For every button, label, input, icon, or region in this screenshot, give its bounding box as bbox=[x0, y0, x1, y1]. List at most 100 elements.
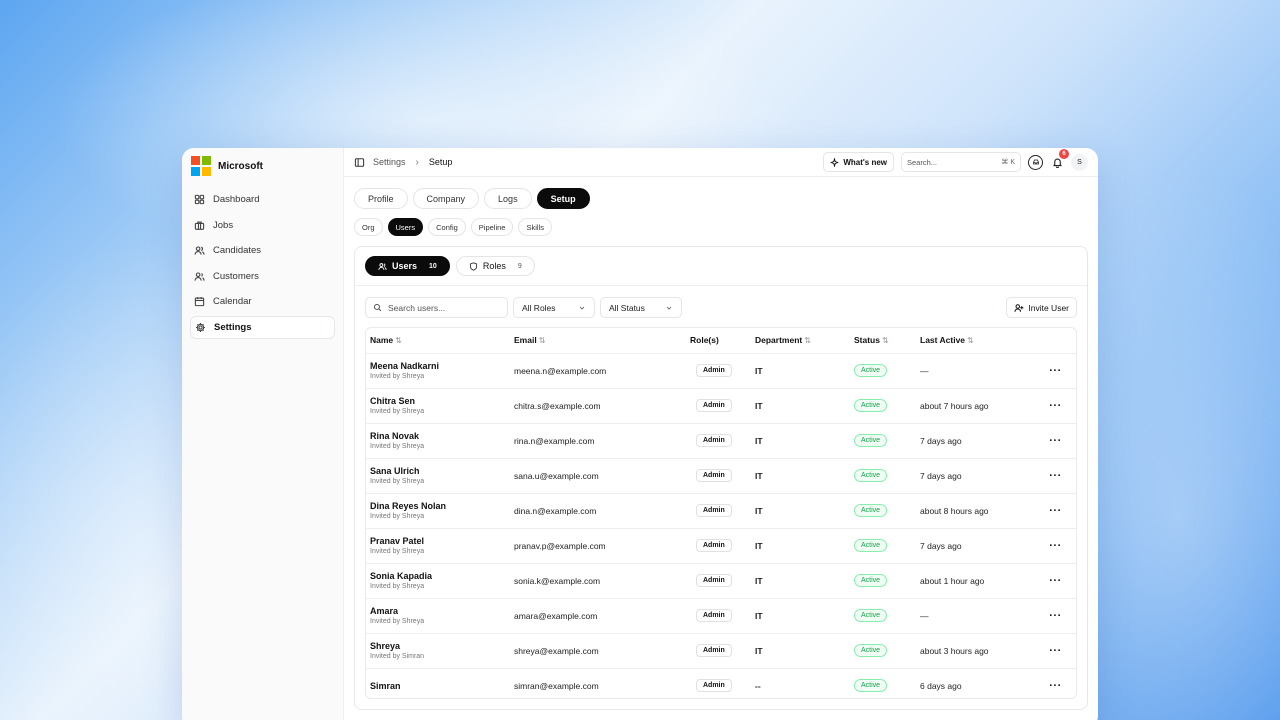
cell-roles: Admin bbox=[686, 563, 751, 599]
table-row[interactable]: Sonia Kapadia Invited by Shreya sonia.k@… bbox=[366, 563, 1076, 599]
more-actions-icon[interactable]: ··· bbox=[1029, 458, 1076, 494]
more-actions-icon[interactable]: ··· bbox=[1029, 528, 1076, 564]
tab-logs[interactable]: Logs bbox=[484, 188, 532, 209]
more-actions-icon[interactable]: ··· bbox=[1029, 353, 1076, 389]
table-row[interactable]: Meena Nadkarni Invited by Shreya meena.n… bbox=[366, 353, 1076, 389]
more-actions-icon[interactable]: ··· bbox=[1029, 423, 1076, 459]
cell-department: IT bbox=[751, 388, 850, 424]
cell-department: IT bbox=[751, 598, 850, 634]
sidebar-item-calendar[interactable]: Calendar bbox=[190, 290, 335, 313]
sidebar-item-customers[interactable]: Customers bbox=[190, 265, 335, 288]
table-row[interactable]: Rina Novak Invited by Shreya rina.n@exam… bbox=[366, 423, 1076, 459]
cell-name: Rina Novak Invited by Shreya bbox=[366, 423, 510, 459]
table-header-row: Name ⇅ Email ⇅ Role(s) Department ⇅ Status ⇅… bbox=[366, 328, 1076, 354]
table-row[interactable]: Chitra Sen Invited by Shreya chitra.s@ex… bbox=[366, 388, 1076, 424]
column-header-name[interactable]: Name ⇅ bbox=[366, 328, 510, 354]
invited-by: Invited by Shreya bbox=[370, 583, 425, 590]
more-actions-icon[interactable]: ··· bbox=[1029, 668, 1076, 698]
cell-last-active: 7 days ago bbox=[916, 458, 1029, 494]
tab-company[interactable]: Company bbox=[412, 188, 480, 209]
global-search-input[interactable]: Search... ⌘ K bbox=[901, 152, 1021, 172]
status-badge: Active bbox=[854, 399, 888, 412]
column-header-email[interactable]: Email ⇅ bbox=[510, 328, 686, 354]
role-badge: Admin bbox=[696, 434, 732, 447]
table-row[interactable]: Sana Ulrich Invited by Shreya sana.u@exa… bbox=[366, 458, 1076, 494]
subtab-skills[interactable]: Skills bbox=[518, 218, 552, 236]
cell-name: Chitra Sen Invited by Shreya bbox=[366, 388, 510, 424]
table-row[interactable]: Dina Reyes Nolan Invited by Shreya dina.… bbox=[366, 493, 1076, 529]
brand-name: Microsoft bbox=[218, 160, 263, 172]
cell-last-active: about 3 hours ago bbox=[916, 633, 1029, 669]
inbox-icon[interactable] bbox=[1028, 154, 1043, 170]
sidebar-nav: Dashboard Jobs Candidates Customers Cale… bbox=[190, 188, 335, 339]
invited-by: Invited by Shreya bbox=[370, 618, 425, 625]
status-badge: Active bbox=[854, 504, 888, 517]
segment-users[interactable]: Users 10 bbox=[365, 256, 450, 276]
search-users-placeholder: Search users... bbox=[388, 302, 446, 313]
column-header-last-active[interactable]: Last Active ⇅ bbox=[916, 328, 1029, 354]
subtab-config[interactable]: Config bbox=[428, 218, 466, 236]
cell-status: Active bbox=[850, 458, 916, 494]
role-badge: Admin bbox=[696, 609, 732, 622]
table-row[interactable]: Shreya Invited by Simran shreya@example.… bbox=[366, 633, 1076, 669]
cell-name: Dina Reyes Nolan Invited by Shreya bbox=[366, 493, 510, 529]
breadcrumb-settings[interactable]: Settings bbox=[373, 157, 406, 167]
sidebar-item-candidates[interactable]: Candidates bbox=[190, 239, 335, 262]
role-filter-value: All Roles bbox=[522, 302, 556, 313]
cell-email: meena.n@example.com bbox=[510, 353, 686, 389]
more-actions-icon[interactable]: ··· bbox=[1029, 563, 1076, 599]
sort-icon: ⇅ bbox=[881, 336, 889, 346]
tab-setup[interactable]: Setup bbox=[536, 188, 590, 209]
status-badge: Active bbox=[854, 364, 888, 377]
column-header-label: Name bbox=[370, 335, 394, 346]
table-body: Meena Nadkarni Invited by Shreya meena.n… bbox=[366, 353, 1076, 698]
table-row[interactable]: Pranav Patel Invited by Shreya pranav.p@… bbox=[366, 528, 1076, 564]
whats-new-button[interactable]: What's new bbox=[823, 152, 894, 172]
subtab-pipeline[interactable]: Pipeline bbox=[470, 218, 514, 236]
cell-roles: Admin bbox=[686, 493, 751, 529]
more-actions-icon[interactable]: ··· bbox=[1029, 493, 1076, 529]
subtab-users[interactable]: Users bbox=[387, 218, 424, 236]
search-users-input[interactable]: Search users... bbox=[365, 297, 508, 318]
subtab-org[interactable]: Org bbox=[354, 218, 383, 236]
cell-last-active: about 7 hours ago bbox=[916, 388, 1029, 424]
notifications-button[interactable]: 6 bbox=[1050, 149, 1069, 169]
status-filter-select[interactable]: All Status bbox=[600, 297, 682, 318]
role-filter-select[interactable]: All Roles bbox=[513, 297, 595, 318]
main-content: Settings › Setup What's new Search... ⌘ … bbox=[344, 148, 1098, 720]
cell-last-active: — bbox=[916, 353, 1029, 389]
invited-by: Invited by Simran bbox=[370, 653, 425, 660]
cell-roles: Admin bbox=[686, 598, 751, 634]
cell-email: simran@example.com bbox=[514, 680, 599, 691]
sidebar-item-jobs[interactable]: Jobs bbox=[190, 214, 335, 237]
cell-email: shreya@example.com bbox=[510, 633, 686, 669]
more-actions-icon[interactable]: ··· bbox=[1029, 598, 1076, 634]
sidebar-item-dashboard[interactable]: Dashboard bbox=[190, 188, 335, 211]
cell-status: Active bbox=[850, 353, 916, 389]
invite-user-button[interactable]: Invite User bbox=[1006, 297, 1077, 318]
table-row[interactable]: Amara Invited by Shreya amara@example.co… bbox=[366, 598, 1076, 634]
sidebar-item-settings[interactable]: Settings bbox=[190, 315, 335, 339]
cell-email: amara@example.com bbox=[510, 598, 686, 634]
cell-name: Amara Invited by Shreya bbox=[366, 598, 510, 634]
briefcase-icon bbox=[194, 221, 205, 230]
cell-name: Shreya Invited by Simran bbox=[366, 633, 510, 669]
search-shortcut: ⌘ K bbox=[1001, 159, 1015, 166]
more-actions-icon[interactable]: ··· bbox=[1029, 388, 1076, 424]
tab-profile[interactable]: Profile bbox=[354, 188, 408, 209]
cell-last-active: about 1 hour ago bbox=[916, 563, 1029, 599]
table-row[interactable]: Simran simran@example.com Admin -- Activ… bbox=[366, 668, 1076, 698]
user-card-icon bbox=[194, 271, 205, 281]
sidebar-item-label: Customers bbox=[213, 270, 259, 282]
avatar[interactable]: S bbox=[1071, 153, 1088, 171]
cell-name: Sana Ulrich Invited by Shreya bbox=[366, 458, 510, 494]
column-header-department[interactable]: Department ⇅ bbox=[751, 328, 850, 354]
segment-label: Users bbox=[392, 261, 418, 271]
sidebar-toggle-icon[interactable] bbox=[354, 157, 365, 168]
cell-email: sana.u@example.com bbox=[510, 458, 686, 494]
more-actions-icon[interactable]: ··· bbox=[1029, 633, 1076, 669]
segment-roles[interactable]: Roles 9 bbox=[455, 256, 535, 276]
invited-by: Invited by Shreya bbox=[370, 443, 425, 450]
column-header-status[interactable]: Status ⇅ bbox=[850, 328, 916, 354]
segment-label: Roles bbox=[482, 261, 506, 271]
